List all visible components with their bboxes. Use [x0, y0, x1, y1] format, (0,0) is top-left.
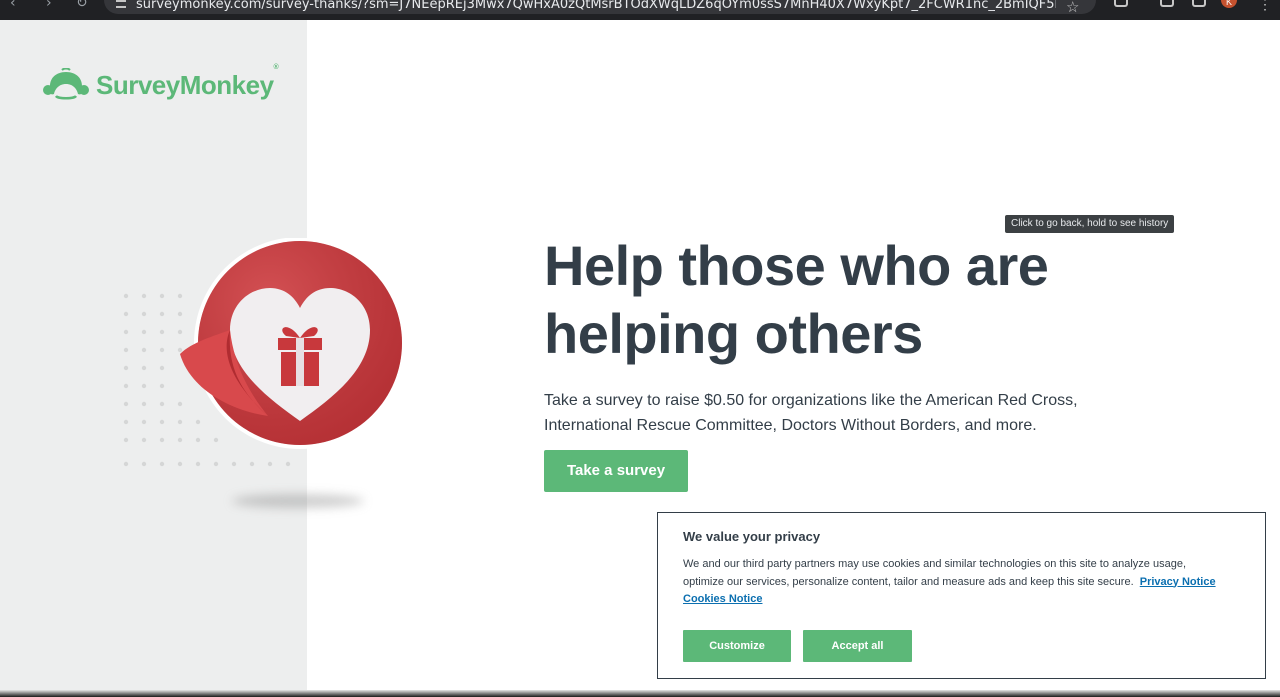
privacy-banner: We value your privacy We and our third p… — [657, 512, 1266, 679]
browser-toolbar: ‹ › ↻ surveymonkey.com/survey-thanks/?sm… — [0, 0, 1280, 20]
logo-text: SurveyMonkey® — [96, 63, 279, 100]
accept-all-button[interactable]: Accept all — [803, 630, 912, 662]
heart-gift-illustration — [123, 238, 406, 467]
surveymonkey-logo[interactable]: SurveyMonkey® — [42, 63, 279, 102]
cast-icon[interactable] — [1160, 0, 1174, 7]
profile-avatar[interactable]: K — [1221, 0, 1237, 8]
forward-arrow-icon[interactable]: › — [46, 0, 52, 14]
back-arrow-icon[interactable]: ‹ — [10, 0, 16, 14]
page-headline: Help those who are helping others — [544, 234, 1049, 365]
reload-icon[interactable]: ↻ — [76, 0, 88, 14]
illustration-shadow — [232, 494, 364, 508]
site-settings-icon[interactable] — [116, 0, 126, 8]
cookies-notice-link[interactable]: Cookies Notice — [683, 593, 762, 605]
monkey-logo-icon — [43, 68, 89, 100]
back-button-tooltip: Click to go back, hold to see history — [1005, 215, 1175, 233]
more-menu-icon[interactable]: ⋮ — [1258, 0, 1272, 13]
privacy-notice-link[interactable]: Privacy Notice — [1140, 576, 1216, 588]
extension-icon[interactable] — [1114, 0, 1128, 7]
customize-button[interactable]: Customize — [683, 630, 791, 662]
privacy-text: We and our third party partners may use … — [683, 556, 1228, 609]
bookmark-star-icon[interactable]: ☆ — [1066, 0, 1079, 16]
window-bottom-edge — [0, 690, 1280, 697]
url-text[interactable]: surveymonkey.com/survey-thanks/?sm=J7NEe… — [136, 0, 1056, 12]
privacy-title: We value your privacy — [683, 529, 821, 544]
key-icon[interactable] — [1192, 0, 1206, 7]
take-survey-button[interactable]: Take a survey — [544, 450, 688, 492]
privacy-body-text: We and our third party partners may use … — [683, 558, 1187, 588]
hero-description: Take a survey to raise $0.50 for organiz… — [544, 392, 1078, 434]
address-bar[interactable]: surveymonkey.com/survey-thanks/?sm=J7NEe… — [104, 0, 1096, 14]
